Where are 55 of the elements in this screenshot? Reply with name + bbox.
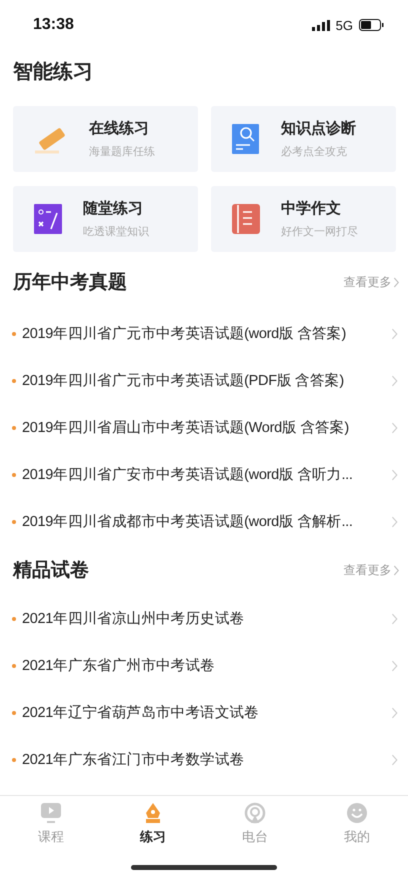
signal-icon [312,20,330,30]
chevron-icon [393,276,400,288]
exam-list-item[interactable]: 2019年四川省眉山市中考英语试题(Word版 含答案) [0,404,408,451]
chevron-icon [393,564,400,576]
exam-list-item[interactable]: 2021年四川省凉山州中考历史试卷 [0,595,408,642]
exam-list-item[interactable]: 2019年四川省广安市中考英语试题(word版 含听力... [0,451,408,498]
chevron-icon [390,660,398,672]
chevron-icon [390,706,398,718]
radio-icon [244,802,266,824]
chevron-icon [390,468,398,480]
card-title: 中学作文 [281,199,342,218]
bullet-icon [12,710,16,714]
bullet-icon [12,472,16,476]
chevron-icon [390,754,398,766]
practice-card[interactable]: 知识点诊断 必考点全攻克 [211,106,396,172]
video-icon [40,802,62,824]
exam-list-item[interactable]: 2021年广东省广州市中考试卷 [0,642,408,689]
chevron-icon [390,516,398,528]
practice-card[interactable]: 在线练习 海量题库任练 [13,106,198,172]
card-title: 知识点诊断 [281,119,356,138]
section-title: 历年中考真题 [13,271,127,295]
exam-list-item[interactable]: 2021年辽宁省葫芦岛市中考语文试卷 [0,689,408,736]
card-subtitle: 吃透课堂知识 [83,224,149,239]
chevron-icon [390,422,398,434]
bullet-icon [12,616,16,620]
search-document-icon [231,123,261,155]
bullet-icon [12,332,16,336]
battery-icon [359,19,384,31]
card-title: 随堂练习 [83,199,144,218]
status-time: 13:38 [33,16,74,34]
chevron-icon [390,612,398,624]
network-label: 5G [336,18,353,32]
exam-list-item[interactable]: 2019年四川省成都市中考英语试题(word版 含解析... [0,498,408,545]
card-title: 在线练习 [89,119,150,138]
book-icon [231,203,261,235]
section-title: 精品试卷 [13,559,89,583]
bullet-icon [12,758,16,762]
bullet-icon [12,520,16,524]
smiley-icon [346,802,368,824]
math-pad-icon [33,203,63,235]
card-subtitle: 必考点全攻克 [281,144,348,159]
chevron-icon [390,328,398,340]
bullet-icon [12,664,16,668]
exam-list-item[interactable]: 2019年四川省广元市中考英语试题(word版 含答案) [0,310,408,357]
page-title: 智能练习 [12,60,94,85]
chevron-icon [390,374,398,386]
bullet-icon [12,378,16,382]
exam-list-item[interactable]: 2019年四川省广元市中考英语试题(PDF版 含答案) [0,357,408,404]
practice-card[interactable]: 中学作文 好作文一网打尽 [211,186,396,252]
card-subtitle: 好作文一网打尽 [281,224,358,239]
card-subtitle: 海量题库任练 [89,144,155,159]
exam-list-item[interactable]: 2021年广东省江门市中考数学试卷 [0,736,408,783]
tab-item[interactable]: 练习 [102,802,204,851]
bullet-icon [12,426,16,430]
practice-card[interactable]: 随堂练习 吃透课堂知识 [13,186,198,252]
